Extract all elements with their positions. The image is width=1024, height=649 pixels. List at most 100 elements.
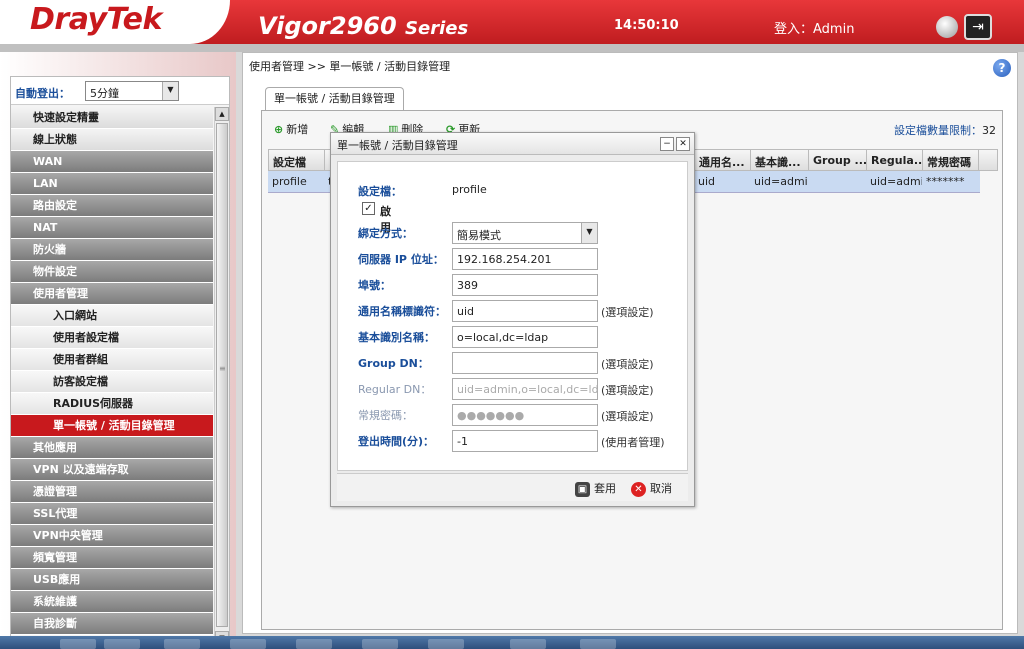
group-dn-input[interactable] — [452, 352, 598, 374]
column-header[interactable]: 基本識... — [751, 150, 809, 170]
auto-logout-row: 自動登出： 5分鐘 ▼ — [11, 77, 229, 105]
table-cell: uid=admi... — [754, 175, 808, 188]
auto-logout-label: 自動登出： — [15, 87, 70, 100]
sidebar-item[interactable]: 其他應用 — [11, 437, 213, 459]
notification-bell-icon[interactable] — [936, 16, 958, 38]
regdn-note: (選項設定) — [601, 384, 654, 397]
sidebar-item[interactable]: 線上狀態 — [11, 129, 213, 151]
column-header[interactable]: Group ... — [809, 150, 867, 170]
minimize-icon[interactable]: − — [660, 137, 674, 151]
grip-icon: ≡ — [219, 364, 226, 373]
auto-logout-select[interactable]: 5分鐘 ▼ — [85, 81, 179, 101]
bind-type-select[interactable]: 簡易模式 ▼ — [452, 222, 598, 244]
sidebar-item[interactable]: 使用者群組 — [11, 349, 213, 371]
sidebar-item[interactable]: 頻寬管理 — [11, 547, 213, 569]
sidebar-item[interactable]: SSL代理 — [11, 503, 213, 525]
sidebar-item[interactable]: 快速設定精靈 — [11, 107, 213, 129]
sso-ad-dialog: 單一帳號 / 活動目錄管理 − ✕ 設定檔： profile ✓ 啟用 綁定方式… — [330, 132, 695, 507]
taskbar-app[interactable] — [60, 639, 96, 649]
taskbar-app[interactable] — [164, 639, 200, 649]
sidebar-item[interactable]: USB應用 — [11, 569, 213, 591]
server-ip-input[interactable]: 192.168.254.201 — [452, 248, 598, 270]
dialog-footer: ▣ 套用 ✕ 取消 — [337, 473, 688, 501]
product-name: Vigor2960 Series — [258, 12, 468, 40]
cn-note: (選項設定) — [601, 306, 654, 319]
sidebar-item[interactable]: 物件設定 — [11, 261, 213, 283]
bind-label: 綁定方式： — [358, 227, 413, 240]
regdn-label: Regular DN： — [358, 383, 432, 396]
apply-label: 套用 — [594, 482, 616, 495]
chevron-down-icon[interactable]: ▼ — [162, 82, 178, 100]
add-label: 新增 — [286, 123, 309, 136]
sidebar-item[interactable]: 使用者管理 — [11, 283, 213, 305]
add-button[interactable]: ⊕ 新增 — [274, 121, 308, 137]
table-cell: uid=admi... — [870, 175, 922, 188]
logout-icon[interactable]: ⇥ — [964, 14, 992, 40]
common-name-input[interactable]: uid — [452, 300, 598, 322]
taskbar-app[interactable] — [104, 639, 140, 649]
profile-limit: 設定檔數量限制：32 — [894, 122, 996, 138]
help-icon[interactable]: ? — [993, 59, 1011, 77]
sidebar-item[interactable]: VPN 以及遠端存取 — [11, 459, 213, 481]
product-model: Vigor2960 — [258, 12, 397, 40]
profile-limit-value: 32 — [982, 124, 996, 137]
login-label: 登入： — [774, 22, 814, 37]
tab-sso-ad[interactable]: 單一帳號 / 活動目錄管理 — [265, 87, 404, 111]
cn-label: 通用名稱標識符： — [358, 305, 446, 318]
cancel-label: 取消 — [650, 482, 672, 495]
basedn-label: 基本識別名稱： — [358, 331, 435, 344]
server-label: 伺服器 IP 位址： — [358, 253, 444, 266]
column-header[interactable]: 設定檔 — [269, 150, 325, 170]
enable-checkbox[interactable]: ✓ — [362, 202, 375, 215]
logout-time-input[interactable]: -1 — [452, 430, 598, 452]
sidebar-item[interactable]: WAN — [11, 151, 213, 173]
sidebar-item[interactable]: 訪客設定檔 — [11, 371, 213, 393]
sidebar-item[interactable]: NAT — [11, 217, 213, 239]
regular-dn-input[interactable]: uid=admin,o=local,dc=ldap — [452, 378, 598, 400]
sidebar-item[interactable]: LAN — [11, 173, 213, 195]
cancel-icon: ✕ — [631, 481, 646, 497]
sidebar-item[interactable]: VPN中央管理 — [11, 525, 213, 547]
sidebar-item[interactable]: 單一帳號 / 活動目錄管理 — [11, 415, 213, 437]
chevron-down-icon[interactable]: ▼ — [581, 223, 597, 243]
sidebar-item[interactable]: 入口網站 — [11, 305, 213, 327]
dialog-form: 設定檔： profile ✓ 啟用 綁定方式： 簡易模式 ▼ 伺服器 IP 位址… — [337, 161, 688, 471]
profile-label: 設定檔： — [358, 185, 402, 198]
column-header[interactable]: Regula... — [867, 150, 923, 170]
sidebar-item[interactable]: RADIUS伺服器 — [11, 393, 213, 415]
column-header[interactable]: 通用名... — [695, 150, 751, 170]
apply-button[interactable]: ▣ 套用 — [575, 480, 616, 497]
taskbar-app[interactable] — [580, 639, 616, 649]
close-icon[interactable]: ✕ — [676, 137, 690, 151]
sidebar-item[interactable]: 憑證管理 — [11, 481, 213, 503]
taskbar-app[interactable] — [362, 639, 398, 649]
groupdn-note: (選項設定) — [601, 358, 654, 371]
sidebar: 自動登出： 5分鐘 ▼ 快速設定精靈 線上狀態 WAN LAN 路由設定 NAT 防火牆 物件… — [0, 52, 236, 649]
table-cell: profile — [272, 175, 307, 188]
sidebar-item[interactable]: 路由設定 — [11, 195, 213, 217]
taskbar-app[interactable] — [428, 639, 464, 649]
regpw-note: (選項設定) — [601, 410, 654, 423]
sidebar-item[interactable]: 防火牆 — [11, 239, 213, 261]
sidebar-item[interactable]: 自我診斷 — [11, 613, 213, 635]
sidebar-menu: 快速設定精靈 線上狀態 WAN LAN 路由設定 NAT 防火牆 物件設定 使用者管理 入口網站使… — [11, 107, 213, 635]
scroll-up-icon[interactable]: ▲ — [215, 107, 229, 121]
taskbar-app[interactable] — [296, 639, 332, 649]
port-input[interactable]: 389 — [452, 274, 598, 296]
column-header[interactable]: 常規密碼 — [923, 150, 979, 170]
os-taskbar — [0, 636, 1024, 649]
regular-password-input[interactable]: ●●●●●●● — [452, 404, 598, 426]
taskbar-app[interactable] — [510, 639, 546, 649]
base-dn-input[interactable]: o=local,dc=ldap — [452, 326, 598, 348]
sidebar-scrollbar[interactable]: ▲ ≡ ▼ — [214, 107, 229, 645]
timeout-label: 登出時間(分)： — [358, 435, 435, 448]
taskbar-app[interactable] — [230, 639, 266, 649]
header-divider — [0, 44, 1024, 52]
sidebar-item[interactable]: 系統維護 — [11, 591, 213, 613]
cancel-button[interactable]: ✕ 取消 — [631, 480, 672, 497]
sidebar-item[interactable]: 使用者設定檔 — [11, 327, 213, 349]
system-clock: 14:50:10 — [614, 18, 679, 33]
table-cell: uid — [698, 175, 716, 188]
scroll-thumb[interactable]: ≡ — [216, 123, 228, 627]
bind-type-value: 簡易模式 — [457, 229, 501, 242]
